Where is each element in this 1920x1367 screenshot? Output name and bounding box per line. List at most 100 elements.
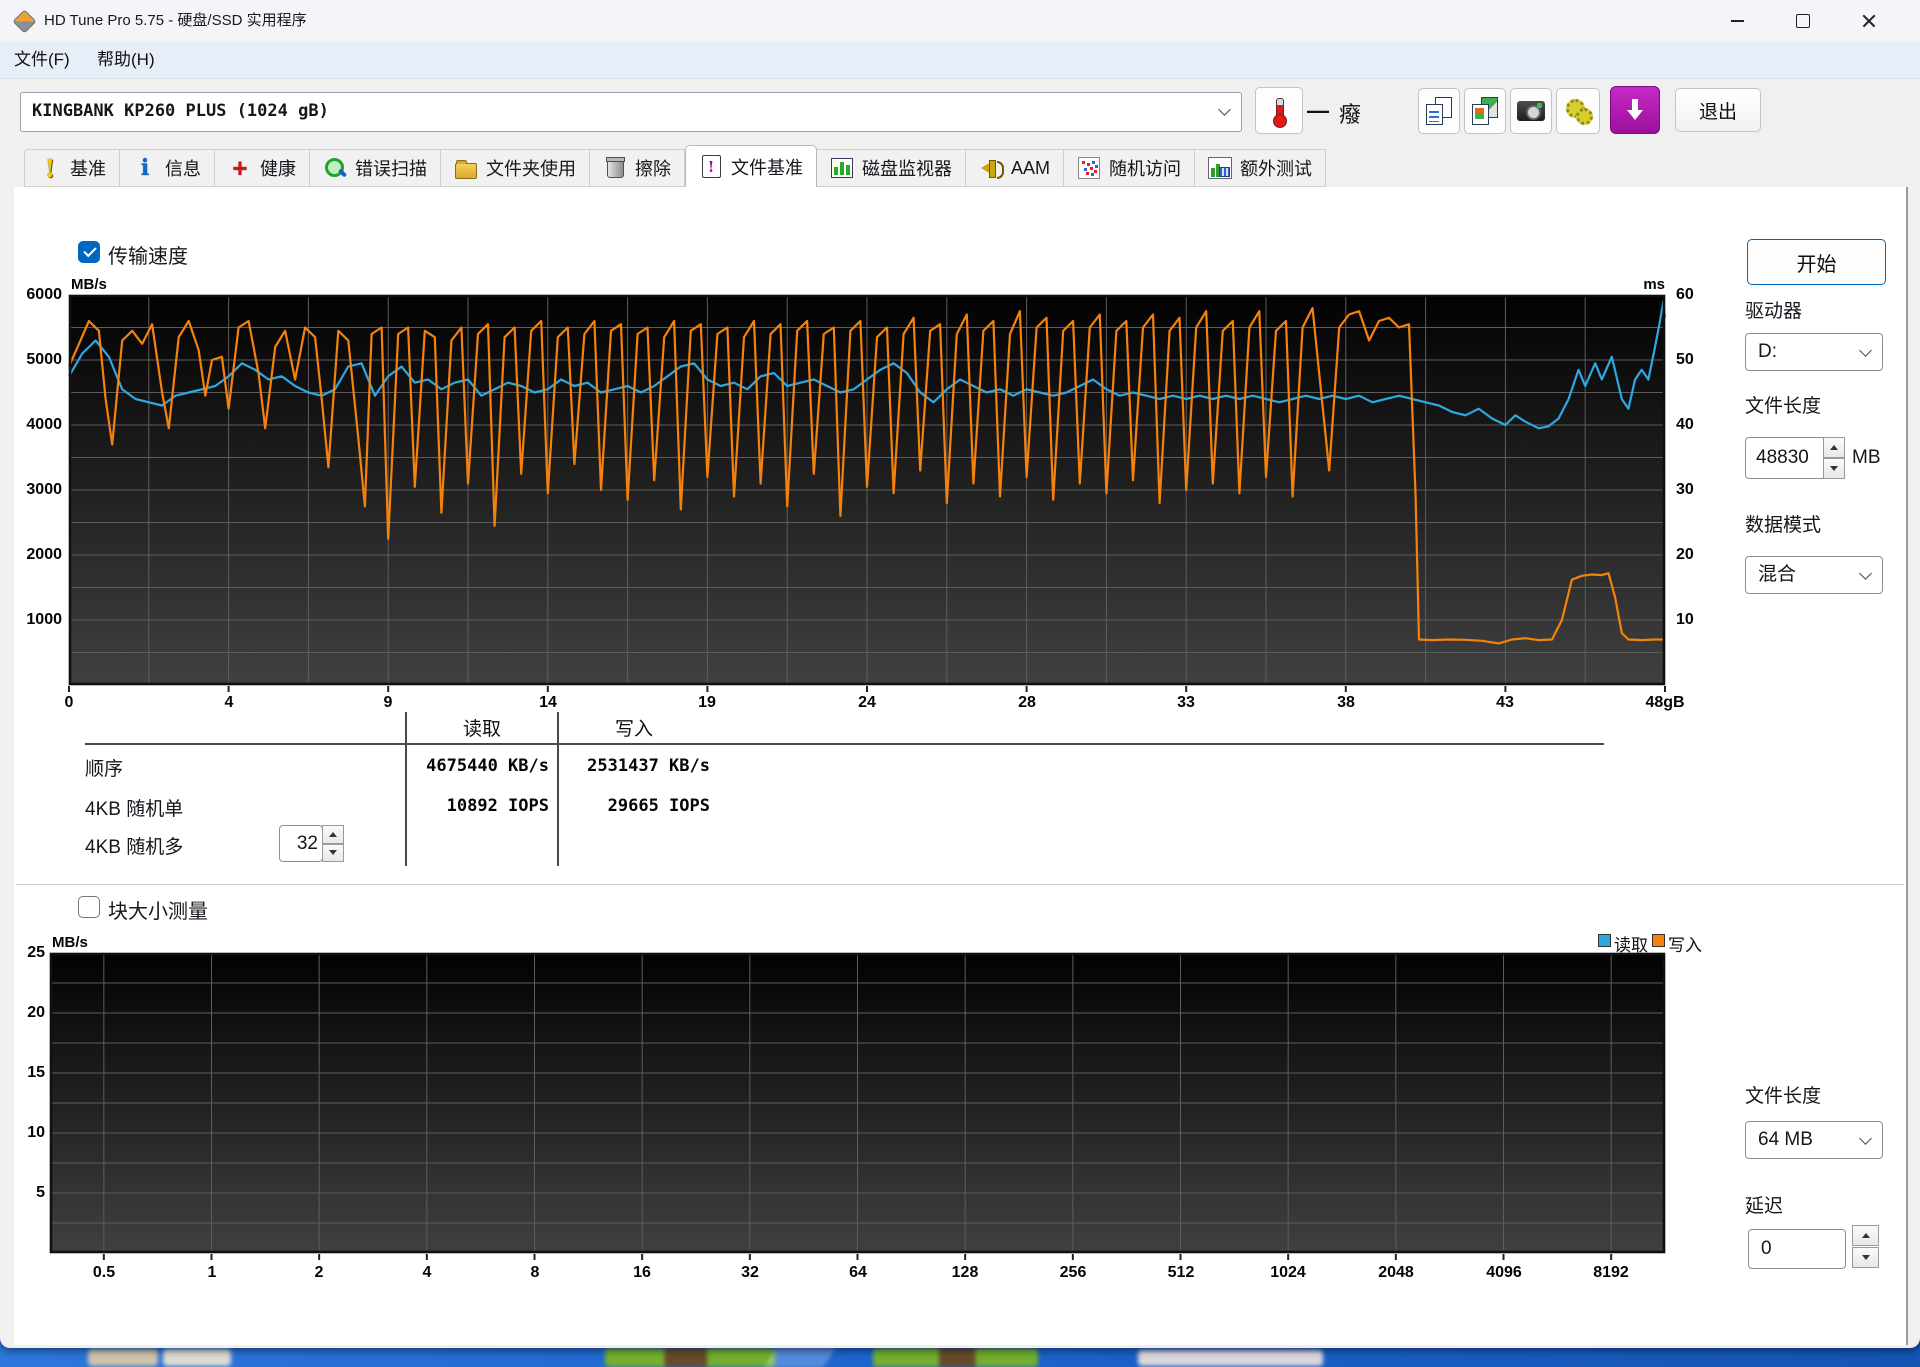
spin-up-icon[interactable] bbox=[322, 825, 344, 844]
delay-input[interactable]: 0 bbox=[1748, 1229, 1846, 1269]
tab-label: 健康 bbox=[260, 159, 296, 179]
spin-up-icon[interactable] bbox=[1823, 437, 1845, 458]
exclamation-icon: ! bbox=[44, 153, 56, 183]
transfer-speed-checkbox[interactable] bbox=[78, 241, 100, 263]
y-left-tick-label: 5 bbox=[36, 1184, 45, 1201]
check-icon bbox=[83, 243, 97, 258]
x-tick-label: 38 bbox=[1337, 694, 1355, 711]
tab-disk-monitor[interactable]: 磁盘监视器 bbox=[817, 149, 966, 187]
tab-random-access[interactable]: 随机访问 bbox=[1064, 149, 1196, 187]
maximize-button[interactable] bbox=[1771, 0, 1835, 42]
random-single-write-value: 29665 IOPS bbox=[607, 796, 710, 816]
x-tick-label: 0.5 bbox=[92, 1264, 116, 1281]
data-mode-label: 数据模式 bbox=[1745, 515, 1822, 536]
copy-text-button[interactable] bbox=[1418, 88, 1460, 134]
save-results-button[interactable] bbox=[1610, 86, 1660, 134]
y-right-tick-label: 50 bbox=[1676, 351, 1694, 368]
file-length-spinner[interactable] bbox=[1823, 437, 1845, 479]
x-tick-label: 512 bbox=[1167, 1264, 1195, 1281]
y-left-tick-label: 4000 bbox=[26, 416, 62, 433]
desktop-icon-blur bbox=[605, 1348, 775, 1367]
close-button[interactable] bbox=[1837, 0, 1901, 42]
transfer-speed-label: 传输速度 bbox=[108, 246, 188, 268]
random-single-read-value: 10892 IOPS bbox=[446, 796, 549, 816]
copy-icon bbox=[1426, 97, 1452, 125]
queue-depth-value: 32 bbox=[296, 833, 318, 854]
sequential-read-value: 4675440 KB/s bbox=[426, 756, 549, 776]
x-tick-label: 2048 bbox=[1378, 1264, 1414, 1281]
x-tick-label: 1024 bbox=[1270, 1264, 1306, 1281]
desktop-icon-blur bbox=[1138, 1350, 1323, 1366]
x-tick-label: 14 bbox=[539, 694, 557, 711]
y-right-tick-label: 30 bbox=[1676, 481, 1694, 498]
y-right-tick-label: 40 bbox=[1676, 416, 1694, 433]
drive-selector-value: KINGBANK KP260 PLUS (1024 gB) bbox=[32, 101, 329, 121]
queue-depth-input[interactable]: 32 bbox=[279, 825, 323, 862]
spin-down-icon[interactable] bbox=[1823, 458, 1845, 479]
x-tick-label: 32 bbox=[741, 1264, 759, 1281]
exit-button[interactable]: 退出 bbox=[1675, 88, 1761, 132]
tab-erase[interactable]: 擦除 bbox=[590, 149, 685, 187]
spin-down-icon[interactable] bbox=[322, 843, 344, 862]
menu-bar: 文件(F) 帮助(H) bbox=[0, 42, 1920, 79]
app-icon bbox=[12, 9, 37, 34]
desktop-icon-blur bbox=[88, 1349, 158, 1366]
menu-file[interactable]: 文件(F) bbox=[14, 42, 70, 78]
app-window: HD Tune Pro 5.75 - 硬盘/SSD 实用程序 文件(F) 帮助(… bbox=[0, 0, 1920, 1348]
y-axis-unit-mbs: MB/s bbox=[71, 276, 107, 293]
y-right-tick-label: 20 bbox=[1676, 546, 1694, 563]
row-label-4kb-single: 4KB 随机单 bbox=[85, 799, 184, 820]
x-tick-label: 0 bbox=[64, 694, 74, 711]
tab-label: AAM bbox=[1011, 157, 1051, 178]
chevron-down-icon bbox=[1218, 103, 1231, 116]
row-label-sequential: 顺序 bbox=[85, 759, 124, 780]
minimize-button[interactable] bbox=[1705, 0, 1769, 42]
tab-file-benchmark[interactable]: ! 文件基准 bbox=[685, 145, 817, 187]
tab-folder-usage[interactable]: 文件夹使用 bbox=[441, 149, 590, 187]
delay-spin-down[interactable] bbox=[1852, 1247, 1879, 1268]
table-header-read: 读取 bbox=[462, 719, 501, 740]
drive-selector-dropdown[interactable]: KINGBANK KP260 PLUS (1024 gB) bbox=[20, 92, 1242, 132]
tab-info[interactable]: i 信息 bbox=[120, 149, 215, 187]
temperature-button[interactable] bbox=[1255, 87, 1303, 134]
screenshot-button[interactable] bbox=[1510, 88, 1552, 134]
tab-label: 信息 bbox=[165, 159, 201, 179]
legend-write-label: 写入 bbox=[1668, 936, 1702, 955]
options-button[interactable] bbox=[1556, 88, 1600, 134]
x-tick-label: 43 bbox=[1496, 694, 1514, 711]
data-mode-value: 混合 bbox=[1758, 564, 1797, 585]
drive-label: 驱动器 bbox=[1745, 301, 1803, 322]
delay-spin-up[interactable] bbox=[1852, 1225, 1879, 1246]
block-size-checkbox[interactable] bbox=[78, 896, 100, 918]
tab-label: 文件基准 bbox=[731, 157, 803, 178]
x-tick-label: 48gB bbox=[1645, 694, 1685, 711]
desktop-shine bbox=[763, 1346, 837, 1367]
transfer-speed-chart bbox=[67, 294, 1667, 692]
data-mode-dropdown[interactable]: 混合 bbox=[1745, 556, 1883, 594]
copy-image-button[interactable] bbox=[1464, 88, 1506, 134]
drive-dropdown[interactable]: D: bbox=[1745, 333, 1883, 371]
tab-bar: ! 基准 i 信息 + 健康 错误扫描 文件夹使用 擦除 ! 文件基准 磁盘监视器 AA… bbox=[24, 145, 1327, 187]
tab-label: 额外测试 bbox=[1240, 159, 1313, 179]
tab-health[interactable]: + 健康 bbox=[215, 149, 310, 187]
row-label-4kb-multi: 4KB 随机多 bbox=[85, 837, 184, 858]
section-divider bbox=[16, 884, 1904, 885]
y-left-tick-label: 5000 bbox=[26, 351, 62, 368]
y-left-tick-label: 15 bbox=[27, 1064, 45, 1081]
start-button[interactable]: 开始 bbox=[1747, 239, 1886, 285]
tab-aam[interactable]: AAM bbox=[966, 149, 1065, 187]
tab-error-scan[interactable]: 错误扫描 bbox=[310, 149, 441, 187]
file-length-input[interactable]: 48830 bbox=[1745, 437, 1824, 479]
file-length-unit: MB bbox=[1852, 447, 1881, 468]
tab-extra-tests[interactable]: 额外测试 bbox=[1195, 149, 1327, 187]
tab-benchmark[interactable]: ! 基准 bbox=[24, 149, 120, 187]
queue-depth-spinner[interactable] bbox=[322, 825, 344, 862]
health-cross-icon: + bbox=[232, 152, 248, 183]
block-file-length-dropdown[interactable]: 64 MB bbox=[1745, 1121, 1883, 1159]
camera-icon bbox=[1517, 101, 1545, 121]
x-tick-label: 8192 bbox=[1593, 1264, 1629, 1281]
x-tick-label: 4096 bbox=[1486, 1264, 1522, 1281]
minimize-icon bbox=[1730, 20, 1744, 22]
block-size-label: 块大小测量 bbox=[108, 901, 208, 923]
menu-help[interactable]: 帮助(H) bbox=[97, 42, 155, 78]
